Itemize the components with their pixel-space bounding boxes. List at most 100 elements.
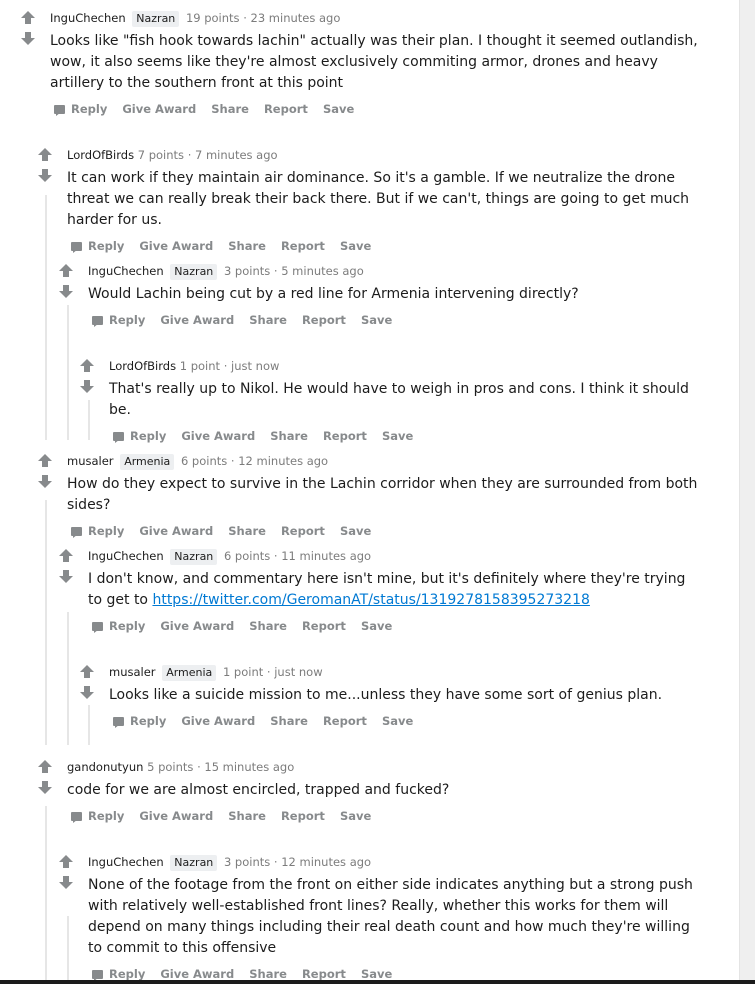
upvote-icon[interactable]	[38, 760, 52, 774]
reply-icon	[54, 105, 65, 116]
give-award-button[interactable]: Give Award	[122, 102, 196, 116]
comment-time[interactable]: 23 minutes ago	[251, 11, 341, 25]
share-button[interactable]: Share	[228, 809, 266, 823]
comment-time[interactable]: 15 minutes ago	[204, 760, 294, 774]
meta-separator: ·	[243, 11, 247, 25]
save-button[interactable]: Save	[323, 102, 354, 116]
give-award-button[interactable]: Give Award	[160, 313, 234, 327]
reply-icon	[92, 622, 103, 633]
save-button[interactable]: Save	[340, 809, 371, 823]
upvote-icon[interactable]	[59, 264, 73, 278]
comment-author[interactable]: gandonutyun	[67, 760, 143, 774]
reply-button[interactable]: Reply	[71, 524, 124, 538]
save-button[interactable]: Save	[382, 429, 413, 443]
upvote-icon[interactable]	[38, 148, 52, 162]
upvote-icon[interactable]	[38, 454, 52, 468]
comment-time[interactable]: 12 minutes ago	[238, 454, 328, 468]
downvote-icon[interactable]	[59, 285, 73, 299]
share-button[interactable]: Share	[270, 714, 308, 728]
upvote-icon[interactable]	[80, 665, 94, 679]
report-button[interactable]: Report	[264, 102, 308, 116]
reply-icon	[92, 970, 103, 981]
give-award-button[interactable]: Give Award	[139, 239, 213, 253]
upvote-icon[interactable]	[21, 11, 35, 25]
report-button[interactable]: Report	[281, 239, 325, 253]
give-award-button[interactable]: Give Award	[181, 714, 255, 728]
comment-author[interactable]: InguChechen	[88, 264, 164, 278]
upvote-icon[interactable]	[59, 855, 73, 869]
downvote-icon[interactable]	[38, 475, 52, 489]
comment-author[interactable]: LordOfBirds	[67, 148, 134, 162]
report-button[interactable]: Report	[323, 429, 367, 443]
share-button[interactable]: Share	[228, 239, 266, 253]
save-button[interactable]: Save	[361, 619, 392, 633]
give-award-button[interactable]: Give Award	[160, 967, 234, 981]
report-button[interactable]: Report	[323, 714, 367, 728]
report-button[interactable]: Report	[302, 619, 346, 633]
comment: LordOfBirds 7 points · 7 minutes ago It …	[35, 146, 715, 255]
comment-author[interactable]: LordOfBirds	[109, 359, 176, 373]
downvote-icon[interactable]	[80, 686, 94, 700]
save-button[interactable]: Save	[340, 239, 371, 253]
share-button[interactable]: Share	[211, 102, 249, 116]
reply-button[interactable]: Reply	[92, 619, 145, 633]
meta-separator: ·	[230, 454, 235, 468]
give-award-button[interactable]: Give Award	[181, 429, 255, 443]
reply-button[interactable]: Reply	[92, 967, 145, 981]
reply-icon	[113, 432, 124, 443]
comment-body: It can work if they maintain air dominan…	[67, 170, 690, 228]
comment-time[interactable]: 11 minutes ago	[281, 549, 371, 563]
comment-points: 1 point	[179, 359, 221, 373]
report-button[interactable]: Report	[302, 313, 346, 327]
comment-time[interactable]: just now	[274, 665, 322, 679]
give-award-button[interactable]: Give Award	[160, 619, 234, 633]
downvote-icon[interactable]	[80, 380, 94, 394]
comment: musaler Armenia 1 point · just now Looks…	[77, 663, 697, 730]
save-button[interactable]: Save	[361, 967, 392, 981]
comment-author[interactable]: musaler	[67, 454, 114, 468]
reply-button[interactable]: Reply	[71, 239, 124, 253]
reply-button[interactable]: Reply	[71, 809, 124, 823]
save-button[interactable]: Save	[382, 714, 413, 728]
downvote-icon[interactable]	[38, 169, 52, 183]
user-flair: Armenia	[162, 665, 217, 681]
save-button[interactable]: Save	[340, 524, 371, 538]
comment-points: 6 points	[223, 549, 271, 563]
downvote-icon[interactable]	[59, 876, 73, 890]
comment-body: That's really up to Nikol. He would have…	[109, 381, 689, 418]
scrollbar[interactable]	[739, 0, 755, 984]
reply-button[interactable]: Reply	[92, 313, 145, 327]
save-button[interactable]: Save	[361, 313, 392, 327]
reply-button[interactable]: Reply	[54, 102, 107, 116]
report-button[interactable]: Report	[302, 967, 346, 981]
comment-author[interactable]: musaler	[109, 665, 156, 679]
comment-author[interactable]: InguChechen	[88, 855, 164, 869]
comment-time[interactable]: 5 minutes ago	[281, 264, 364, 278]
downvote-icon[interactable]	[21, 32, 35, 46]
downvote-icon[interactable]	[59, 570, 73, 584]
comment: InguChechen Nazran 3 points · 12 minutes…	[56, 853, 696, 983]
share-button[interactable]: Share	[249, 967, 287, 981]
comment-body: Looks like "fish hook towards lachin" ac…	[50, 33, 698, 91]
comment-author[interactable]: InguChechen	[50, 11, 126, 25]
upvote-icon[interactable]	[59, 549, 73, 563]
comment-time[interactable]: just now	[231, 359, 279, 373]
thread-line[interactable]	[45, 806, 47, 984]
comment-time[interactable]: 12 minutes ago	[281, 855, 371, 869]
report-button[interactable]: Report	[281, 809, 325, 823]
upvote-icon[interactable]	[80, 359, 94, 373]
reply-button[interactable]: Reply	[113, 714, 166, 728]
downvote-icon[interactable]	[38, 781, 52, 795]
tweet-link[interactable]: https://twitter.com/GeromanAT/status/131…	[152, 592, 589, 608]
share-button[interactable]: Share	[249, 619, 287, 633]
comment-author[interactable]: InguChechen	[88, 549, 164, 563]
comment-time[interactable]: 7 minutes ago	[195, 148, 278, 162]
give-award-button[interactable]: Give Award	[139, 524, 213, 538]
report-button[interactable]: Report	[281, 524, 325, 538]
share-button[interactable]: Share	[249, 313, 287, 327]
reply-button[interactable]: Reply	[113, 429, 166, 443]
share-button[interactable]: Share	[270, 429, 308, 443]
share-button[interactable]: Share	[228, 524, 266, 538]
give-award-button[interactable]: Give Award	[139, 809, 213, 823]
comment-actions: Reply Give Award Share Report Save	[92, 311, 696, 329]
